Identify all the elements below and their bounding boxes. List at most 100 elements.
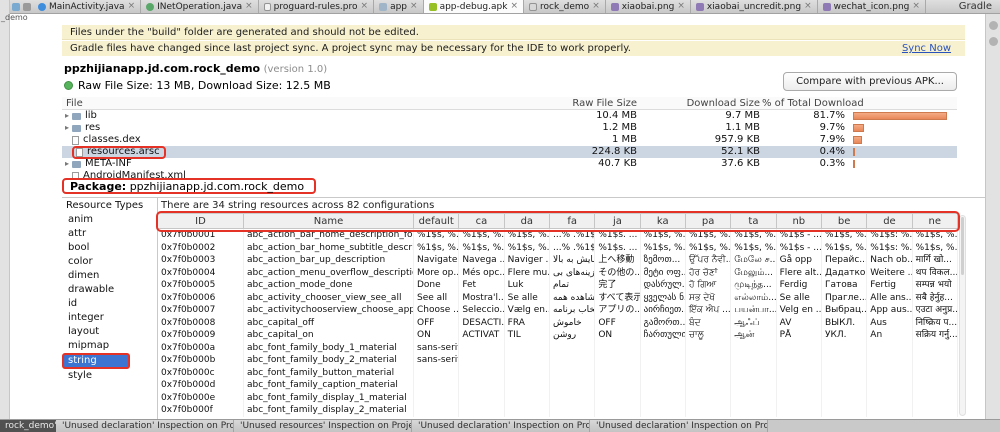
tool-window-icon-1[interactable]: [988, 21, 998, 30]
string-row-0x7f0b000a[interactable]: 0x7f0b000a abc_font_family_body_1_materia…: [158, 341, 958, 354]
inspection-tab-1[interactable]: 'Unused resources' Inspection on Project…: [234, 420, 412, 432]
close-icon[interactable]: ×: [128, 2, 136, 11]
close-icon[interactable]: ×: [804, 2, 812, 11]
string-row-0x7f0b0001[interactable]: 0x7f0b0001 abc_action_bar_home_descriptio…: [158, 229, 958, 242]
string-row-0x7f0b000f[interactable]: 0x7f0b000f abc_font_family_display_2_mate…: [158, 404, 958, 417]
editor-tab-mainactivity-java[interactable]: MainActivity.java ×: [33, 0, 142, 13]
resource-type-mipmap[interactable]: mipmap: [62, 339, 157, 353]
percent-bar-cell: [845, 136, 957, 144]
string-cell: [731, 366, 777, 379]
column-header-nb[interactable]: nb: [777, 214, 822, 228]
resource-type-id[interactable]: id: [62, 297, 157, 311]
tool-window-button-demo[interactable]: _demo: [1, 13, 28, 22]
column-header-fa[interactable]: fa: [550, 214, 596, 228]
string-row-0x7f0b0009[interactable]: 0x7f0b0009 abc_capital_on ON ACTIVAT TIL روشن…: [158, 329, 958, 342]
structure-icon[interactable]: [12, 2, 20, 11]
inspection-tab-2[interactable]: 'Unused declaration' Inspection on Proje…: [412, 420, 590, 432]
column-header-be[interactable]: be: [822, 214, 868, 228]
tool-window-tab-rock-demo[interactable]: rock_demo': [0, 420, 56, 432]
editor-tab-xiaobai-uncredit-png[interactable]: xiaobai_uncredit.png ×: [691, 0, 818, 13]
resource-type-string[interactable]: string: [62, 353, 130, 369]
column-header-de[interactable]: de: [867, 214, 913, 228]
string-row-0x7f0b0005[interactable]: 0x7f0b0005 abc_action_mode_done Done Fet Luk…: [158, 279, 958, 292]
column-header-ca[interactable]: ca: [459, 214, 505, 228]
file-row-res[interactable]: ▸ res 1.2 MB 1.1 MB 9.7%: [62, 122, 957, 134]
resource-type-color[interactable]: color: [62, 255, 157, 269]
string-cell: See all: [414, 291, 460, 304]
resource-type-attr[interactable]: attr: [62, 227, 157, 241]
file-row-lib[interactable]: ▸ lib 10.4 MB 9.7 MB 81.7%: [62, 110, 957, 122]
string-cell: მეტი ოფ...: [641, 266, 686, 279]
file-label: classes.dex: [83, 134, 141, 145]
column-header-file[interactable]: File: [62, 97, 547, 109]
column-header-ne[interactable]: ne: [913, 214, 958, 228]
expand-arrow-icon[interactable]: ▸: [62, 122, 72, 134]
editor-tab-proguard-rules-pro[interactable]: proguard-rules.pro ×: [259, 0, 375, 13]
string-row-0x7f0b000e[interactable]: 0x7f0b000e abc_font_family_display_1_mate…: [158, 391, 958, 404]
vertical-scrollbar[interactable]: [959, 215, 966, 416]
column-header-ka[interactable]: ka: [641, 214, 686, 228]
editor-tab-xiaobai-png[interactable]: xiaobai.png ×: [606, 0, 691, 13]
close-icon[interactable]: ×: [410, 2, 418, 11]
string-row-0x7f0b000b[interactable]: 0x7f0b000b abc_font_family_body_2_materia…: [158, 354, 958, 367]
editor-tab-wechat-icon-png[interactable]: wechat_icon.png ×: [818, 0, 926, 13]
java-interface-icon: [146, 2, 155, 11]
resource-type-bool[interactable]: bool: [62, 241, 157, 255]
resource-type-dimen[interactable]: dimen: [62, 269, 157, 283]
string-cell: %1$s - ...: [777, 241, 822, 254]
string-cell: [822, 379, 868, 392]
resource-type-drawable[interactable]: drawable: [62, 283, 157, 297]
editor-tab-app[interactable]: app ×: [374, 0, 424, 13]
editor-tab-app-debug-apk[interactable]: app-debug.apk ×: [423, 0, 524, 13]
column-header-name[interactable]: Name: [244, 214, 414, 228]
close-icon[interactable]: ×: [361, 2, 369, 11]
string-row-0x7f0b000d[interactable]: 0x7f0b000d abc_font_family_caption_materi…: [158, 379, 958, 392]
close-icon[interactable]: ×: [677, 2, 685, 11]
expand-arrow-icon[interactable]: ▸: [62, 158, 72, 170]
inspection-tab-0[interactable]: 'Unused declaration' Inspection on Proje…: [56, 420, 234, 432]
string-row-0x7f0b000c[interactable]: 0x7f0b000c abc_font_family_button_materia…: [158, 366, 958, 379]
string-cell: Гатова: [822, 279, 868, 292]
column-header-id[interactable]: ID: [158, 214, 244, 228]
bookmark-icon[interactable]: [23, 2, 31, 11]
string-cell: Gå opp: [777, 254, 822, 267]
string-cell: [686, 404, 732, 417]
close-icon[interactable]: ×: [912, 2, 920, 11]
close-icon[interactable]: ×: [592, 2, 600, 11]
resource-type-layout[interactable]: layout: [62, 325, 157, 339]
column-header-pa[interactable]: pa: [686, 214, 732, 228]
file-row-androidmanifest.xml[interactable]: AndroidManifest.xml: [62, 170, 957, 178]
column-header-ja[interactable]: ja: [595, 214, 641, 228]
string-row-0x7f0b0008[interactable]: 0x7f0b0008abc_capital_offOFFDESACTI...FR…: [158, 316, 958, 329]
column-header-default[interactable]: default: [414, 214, 460, 228]
sync-now-link[interactable]: Sync Now: [902, 41, 951, 56]
close-icon[interactable]: ×: [245, 2, 253, 11]
resource-type-style[interactable]: style: [62, 369, 157, 383]
editor-tab-inetoperation-java[interactable]: INetOperation.java ×: [141, 0, 259, 13]
tool-window-icon-2[interactable]: [988, 37, 998, 46]
file-row-meta-inf[interactable]: ▸ META-INF 40.7 KB 37.6 KB 0.3%: [62, 158, 957, 170]
compare-apk-button[interactable]: Compare with previous APK...: [783, 72, 957, 91]
column-header-download-size[interactable]: Download Size: [637, 97, 760, 109]
close-icon[interactable]: ×: [510, 2, 518, 11]
column-header-da[interactable]: da: [505, 214, 550, 228]
resource-type-anim[interactable]: anim: [62, 213, 157, 227]
string-row-0x7f0b0007[interactable]: 0x7f0b0007 abc_activitychooserview_choose…: [158, 304, 958, 317]
string-row-0x7f0b0002[interactable]: 0x7f0b0002 abc_action_bar_home_subtitle_d…: [158, 241, 958, 254]
scrollbar-thumb[interactable]: [961, 217, 964, 275]
string-cell: پیمایش به بالا: [550, 254, 596, 267]
string-row-0x7f0b0006[interactable]: 0x7f0b0006 abc_activity_chooser_view_see_…: [158, 291, 958, 304]
file-row-resources.arsc[interactable]: resources.arsc 224.8 KB 52.1 KB 0.4%: [62, 145, 957, 159]
resource-type-integer[interactable]: integer: [62, 311, 157, 325]
file-row-classes.dex[interactable]: classes.dex 1 MB 957.9 KB 7.9%: [62, 134, 957, 146]
column-header-percent[interactable]: % of Total Download: [760, 97, 957, 109]
string-row-0x7f0b0003[interactable]: 0x7f0b0003 abc_action_bar_up_description N…: [158, 254, 958, 267]
column-header-raw-size[interactable]: Raw File Size: [547, 97, 637, 109]
inspection-tab-3[interactable]: 'Unused declaration' Inspection on Proje…: [590, 420, 768, 432]
expand-arrow-icon[interactable]: ▸: [62, 110, 72, 122]
string-row-0x7f0b0004[interactable]: 0x7f0b0004 abc_action_menu_overflow_descr…: [158, 266, 958, 279]
gradle-tool-button[interactable]: Gradle: [951, 1, 1000, 12]
column-header-ta[interactable]: ta: [731, 214, 777, 228]
string-cell: Luk: [505, 279, 550, 292]
editor-tab-rock-demo[interactable]: rock_demo ×: [524, 0, 606, 13]
